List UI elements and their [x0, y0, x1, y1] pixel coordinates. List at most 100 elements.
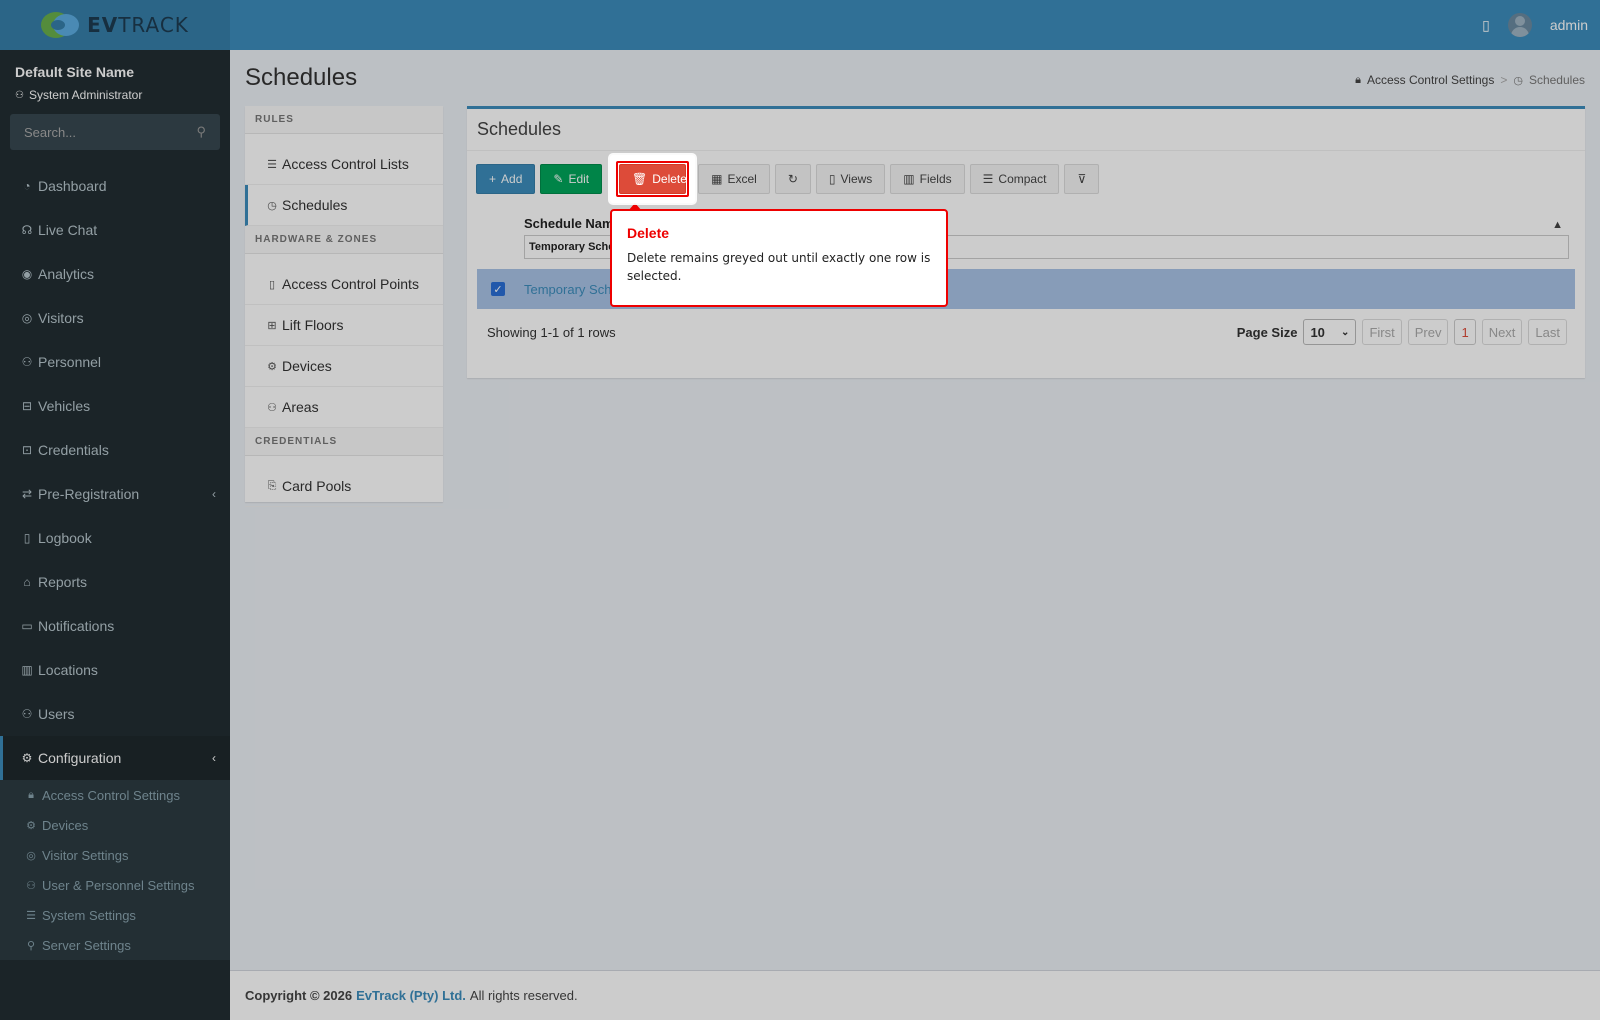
sidebar-item-pre-registration[interactable]: ⇄ Pre-Registration ‹	[0, 472, 230, 516]
pager-last-button[interactable]: Last	[1528, 319, 1567, 345]
grid-title: Schedules	[467, 109, 1585, 151]
content-area: Schedules 🔒︎ Access Control Settings > ◷…	[230, 50, 1600, 970]
sort-asc-icon[interactable]: ▲	[1552, 219, 1563, 231]
pager-current-page[interactable]: 1	[1454, 319, 1476, 345]
sidebar-item-analytics[interactable]: ◉ Analytics	[0, 252, 230, 296]
row-count-info: Showing 1-1 of 1 rows	[487, 324, 616, 340]
refresh-icon: ↻	[787, 172, 798, 186]
users-icon: ⚇	[21, 707, 33, 721]
add-button[interactable]: + Add	[476, 164, 536, 194]
breadcrumb-access-control-settings[interactable]: Access Control Settings	[1367, 73, 1494, 87]
device-icon: ⚙	[26, 819, 36, 832]
filter-clear-icon: ⊽	[1077, 172, 1087, 186]
configuration-submenu: 🔒︎ Access Control Settings ⚙ Devices ◎ Visi…	[0, 780, 230, 960]
sidebar-item-vehicles[interactable]: ⊟ Vehicles	[0, 384, 230, 428]
row-checkbox[interactable]: ✓	[491, 282, 505, 296]
bookmark-icon: ▯	[828, 172, 836, 186]
pager-next-button[interactable]: Next	[1481, 319, 1523, 345]
clock-icon: ◷	[1513, 74, 1523, 87]
logo[interactable]: EVTRACK	[0, 0, 230, 50]
section-header-rules: RULES	[245, 106, 443, 134]
sidebar-item-users[interactable]: ⚇ Users	[0, 692, 230, 736]
grid-toolbar: + Add ✎ Edit ▦ Excel ↻ ▯ Views ▥ Fields ☰ Comp…	[476, 164, 1100, 194]
submenu-visitor-settings[interactable]: ◎ Visitor Settings	[0, 840, 230, 870]
breadcrumb-schedules: Schedules	[1528, 73, 1585, 87]
chevron-down-icon: ⌄	[1341, 326, 1350, 338]
device-icon: ⚙	[267, 360, 277, 373]
logo-mark	[41, 10, 81, 40]
eye-icon: ◎	[21, 311, 33, 325]
submenu-access-control-settings[interactable]: 🔒︎ Access Control Settings	[0, 780, 230, 810]
submenu-user-personnel-settings[interactable]: ⚇ User & Personnel Settings	[0, 870, 230, 900]
gear-icon: ⚙	[21, 751, 33, 765]
compact-button[interactable]: ☰ Compact	[969, 164, 1060, 194]
page-size-label: Page Size	[1236, 324, 1298, 340]
sidebar-item-live-chat[interactable]: ☊ Live Chat	[0, 208, 230, 252]
views-button[interactable]: ▯ Views	[815, 164, 886, 194]
fields-button[interactable]: ▥ Fields	[890, 164, 965, 194]
sidebar-item-visitors[interactable]: ◎ Visitors	[0, 296, 230, 340]
breadcrumb: 🔒︎ Access Control Settings > ◷ Schedules	[1355, 73, 1585, 87]
company-link[interactable]: EvTrack (Pty) Ltd.	[356, 988, 466, 1003]
list-icon: ☰	[982, 172, 994, 186]
panel-item-areas[interactable]: ⚇ Areas	[245, 387, 443, 428]
pager-first-button[interactable]: First	[1362, 319, 1402, 345]
section-header-hardware-zones: HARDWARE & ZONES	[245, 226, 443, 254]
panel-item-devices[interactable]: ⚙ Devices	[245, 346, 443, 387]
headset-icon: ☊	[21, 223, 33, 237]
panel-item-card-pools[interactable]: ⎘ Card Pools	[245, 466, 443, 507]
site-name: Default Site Name	[15, 64, 135, 80]
delete-button[interactable]: 🗑︎ Delete	[619, 164, 687, 194]
refresh-button[interactable]: ↻	[774, 164, 811, 194]
sidebar-item-locations[interactable]: ▥ Locations	[0, 648, 230, 692]
chevron-left-icon: ‹	[212, 751, 216, 765]
excel-button[interactable]: ▦ Excel	[698, 164, 770, 194]
submenu-server-settings[interactable]: ⚲ Server Settings	[0, 930, 230, 960]
sidebar-search[interactable]: Search... ⚲	[10, 114, 220, 150]
page-size-select[interactable]: 10 ⌄	[1303, 319, 1357, 345]
sidebar-item-personnel[interactable]: ⚇ Personnel	[0, 340, 230, 384]
book-icon[interactable]: ▯	[1482, 17, 1490, 34]
plus-icon: +	[489, 172, 497, 186]
pager: Showing 1-1 of 1 rows Page Size 10 ⌄ Firs…	[487, 319, 1567, 345]
column-header-schedule-name[interactable]: Schedule Name	[524, 216, 621, 231]
submenu-devices[interactable]: ⚙ Devices	[0, 810, 230, 840]
page-title: Schedules	[245, 64, 358, 91]
edit-button[interactable]: ✎ Edit	[540, 164, 603, 194]
panel-item-access-control-lists[interactable]: ☰ Access Control Lists	[245, 144, 443, 185]
person-icon: ⚇	[21, 355, 33, 369]
lock-icon: 🔒︎	[28, 788, 34, 801]
people-group-icon: ⚇	[267, 401, 277, 414]
sidebar-item-notifications[interactable]: ▭ Notifications	[0, 604, 230, 648]
sidebar-item-configuration[interactable]: ⚙ Configuration ‹	[0, 736, 230, 780]
eye-icon: ◎	[26, 849, 36, 862]
user-avatar-icon[interactable]	[1507, 13, 1532, 37]
list-icon: ☰	[267, 158, 277, 171]
panel-item-schedules[interactable]: ◷ Schedules	[245, 185, 443, 226]
search-input[interactable]: Search...	[24, 125, 76, 140]
sidebar-item-reports[interactable]: ⌂ Reports	[0, 560, 230, 604]
server-icon: ⚲	[26, 939, 36, 952]
table-icon: ▦	[711, 172, 723, 186]
panel-item-lift-floors[interactable]: ⊞ Lift Floors	[245, 305, 443, 346]
clear-filter-button[interactable]: ⊽	[1064, 164, 1100, 194]
submenu-system-settings[interactable]: ☰ System Settings	[0, 900, 230, 930]
pager-prev-button[interactable]: Prev	[1407, 319, 1449, 345]
sidebar-item-dashboard[interactable]: ◔ Dashboard	[0, 164, 230, 208]
breadcrumb-separator: >	[1500, 73, 1508, 87]
tooltip-text: Delete remains greyed out until exactly …	[627, 251, 931, 283]
footer: Copyright © 2026 EvTrack (Pty) Ltd. All ri…	[230, 970, 1600, 1020]
tooltip-title: Delete	[627, 225, 670, 241]
sidebar: Default Site Name ⚇ System Administrator …	[0, 50, 230, 1020]
trash-icon: 🗑︎	[632, 172, 648, 186]
lock-icon: 🔒︎	[1355, 73, 1361, 86]
cards-icon: ⎘	[267, 479, 277, 492]
panel-item-access-control-points[interactable]: ▯ Access Control Points	[245, 264, 443, 305]
sidebar-item-credentials[interactable]: ⊡ Credentials	[0, 428, 230, 472]
sidebar-item-logbook[interactable]: ▯ Logbook	[0, 516, 230, 560]
search-icon[interactable]: ⚲	[196, 124, 206, 140]
door-icon: ▯	[268, 278, 276, 291]
arrows-icon: ⇄	[21, 487, 33, 501]
target-icon: ◉	[21, 267, 33, 281]
user-name[interactable]: admin	[1550, 17, 1588, 33]
